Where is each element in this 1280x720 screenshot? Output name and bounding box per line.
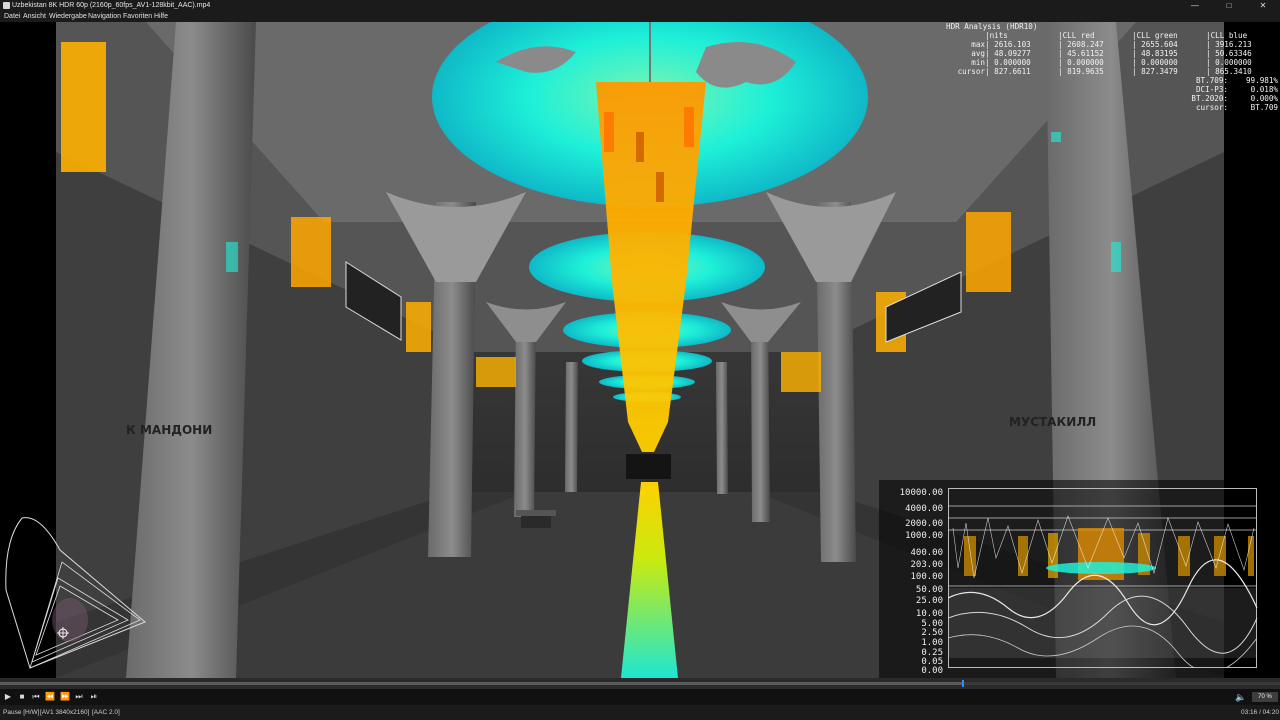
playback-controls: ▶ ■ ⏮ ⏪ ⏩ ⏭ ⏯ 🔈 70 % — [0, 689, 1280, 705]
hdr-row-label: max — [971, 40, 985, 49]
hdr-cell: | 2608.247 — [1058, 40, 1104, 49]
stop-button[interactable]: ■ — [15, 689, 29, 705]
hdr-cell: | 0.000000 — [985, 58, 1031, 67]
hdr-cell: | 865.3410 — [1206, 67, 1252, 76]
menu-navigation[interactable]: Navigation — [88, 11, 121, 22]
histo-scale-label: 2000.00 — [905, 519, 943, 529]
hdr-col-header-blue: |CLL blue — [1206, 31, 1248, 40]
hdr-cell: | 0.000000 — [1132, 58, 1178, 67]
histo-scale-label: 50.00 — [915, 585, 943, 595]
hdr-cell: | 2655.604 — [1132, 40, 1178, 49]
histo-scale-label: 2.50 — [921, 628, 943, 638]
histo-scale-label: 400.00 — [910, 548, 943, 558]
hdr-cell: | 0.000000 — [1058, 58, 1104, 67]
title-bar: Uzbekistan 8K HDR 60p (2160p_60fps_AV1-1… — [0, 0, 1280, 11]
status-time: 03:16 / 04:20 — [1241, 709, 1279, 716]
histo-scale-label: 0.00 — [921, 666, 943, 676]
hdr-col-header-green: |CLL green — [1132, 31, 1178, 40]
histo-scale-label: 1.00 — [921, 638, 943, 648]
hdr-row-label: cursor — [957, 67, 985, 76]
minimize-button[interactable]: — — [1178, 0, 1212, 11]
menu-bar: Datei Ansicht Wiedergabe Navigation Favo… — [0, 11, 1280, 22]
status-audio: [AAC 2.0] — [92, 709, 120, 716]
hdr-cell: | 45.61152 — [1058, 49, 1104, 58]
close-button[interactable]: ✕ — [1246, 0, 1280, 11]
window-title: Uzbekistan 8K HDR 60p (2160p_60fps_AV1-1… — [12, 2, 211, 9]
menu-favorites[interactable]: Favoriten — [123, 11, 152, 22]
status-state: Pause [H/W] — [3, 709, 40, 716]
station-sign-left: К МАНДОНИ — [126, 423, 212, 437]
menu-playback[interactable]: Wiedergabe — [49, 11, 87, 22]
histo-scale-label: 10000.00 — [899, 488, 943, 498]
gamut-label: BT.2020: — [1191, 94, 1228, 103]
seek-bar[interactable] — [0, 678, 1280, 689]
gamut-value: 0.018% — [1250, 85, 1278, 94]
gamut-value: 0.000% — [1250, 94, 1278, 103]
app-icon — [3, 2, 10, 9]
status-bar: Pause [H/W] [AV1 3840x2160] [AAC 2.0] 03… — [0, 705, 1280, 720]
menu-file[interactable]: Datei — [4, 11, 20, 22]
gamut-label: DCI-P3: — [1195, 85, 1228, 94]
hdr-row-label: min — [971, 58, 985, 67]
fast-forward-button[interactable]: ⏩ — [58, 689, 72, 705]
hdr-cell: | 48.83195 — [1132, 49, 1178, 58]
zoom-level[interactable]: 70 % — [1252, 692, 1278, 702]
histo-scale-label: 25.00 — [915, 596, 943, 606]
station-sign-right: МУСТАКИЛЛ — [1009, 415, 1096, 429]
hdr-cell: | 48.09277 — [985, 49, 1031, 58]
hdr-col-header-red: |CLL red — [1058, 31, 1095, 40]
hdr-analysis-title: HDR Analysis (HDR10) — [946, 22, 1038, 31]
hdr-cell: | 2616.103 — [985, 40, 1031, 49]
cie-gamut-diagram — [5, 517, 146, 669]
gamut-value: 99.981% — [1245, 76, 1278, 85]
volume-icon[interactable]: 🔈 — [1235, 689, 1247, 705]
gamut-value: BT.709 — [1250, 103, 1278, 112]
maximize-button[interactable]: □ — [1212, 0, 1246, 11]
hdr-cell: | 827.6611 — [985, 67, 1031, 76]
histo-scale-label: 10.00 — [915, 609, 943, 619]
hdr-cell: | 3916.213 — [1206, 40, 1252, 49]
hdr-cell: | 827.3479 — [1132, 67, 1178, 76]
seek-thumb[interactable] — [962, 680, 964, 687]
rewind-button[interactable]: ⏪ — [43, 689, 57, 705]
hdr-cell: | 50.63346 — [1206, 49, 1252, 58]
menu-view[interactable]: Ansicht — [23, 11, 46, 22]
gamut-label: BT.709: — [1195, 76, 1228, 85]
gamut-label: cursor: — [1195, 103, 1228, 112]
seek-remaining — [963, 682, 1280, 685]
hdr-cell: | 819.9635 — [1058, 67, 1104, 76]
skip-forward-button[interactable]: ⏭ — [72, 689, 86, 705]
frame-step-button[interactable]: ⏯ — [87, 689, 101, 705]
histo-scale-label: 100.00 — [910, 572, 943, 582]
seek-played — [0, 682, 963, 685]
waveform-plot — [948, 488, 1258, 668]
hdr-cell: | 0.000000 — [1206, 58, 1252, 67]
menu-help[interactable]: Hilfe — [154, 11, 168, 22]
play-button[interactable]: ▶ — [1, 689, 15, 705]
hdr-row-label: avg — [971, 49, 985, 58]
video-area[interactable]: К МАНДОНИ МУСТАКИЛЛ HDR Analysis (HDR10)… — [0, 22, 1280, 678]
histo-scale-label: 4000.00 — [905, 504, 943, 514]
hdr-col-header-nits: |nits — [985, 31, 1008, 40]
skip-back-button[interactable]: ⏮ — [29, 689, 43, 705]
luminance-waveform: 10000.00 4000.00 2000.00 1000.00 400.00 … — [879, 480, 1258, 678]
histo-scale-label: 203.00 — [910, 560, 943, 570]
status-video: [AV1 3840x2160] — [40, 709, 90, 716]
histo-scale-label: 1000.00 — [905, 531, 943, 541]
